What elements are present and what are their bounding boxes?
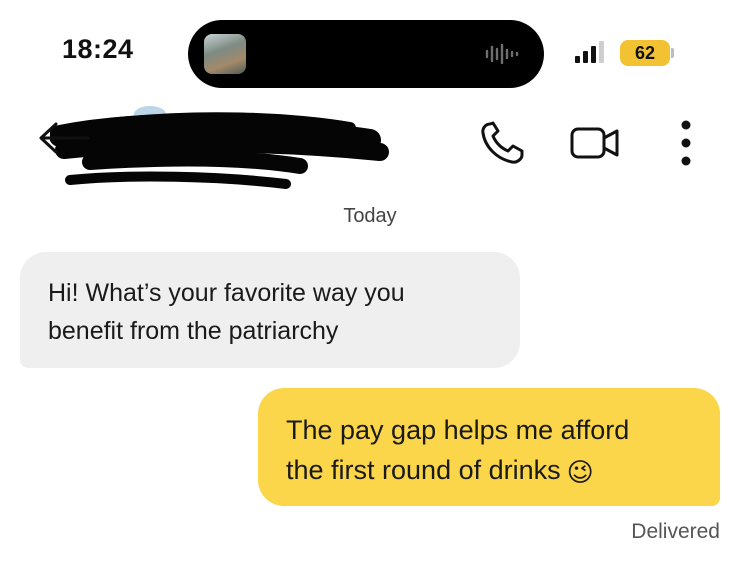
message-line: Hi! What’s your favorite way you (48, 279, 405, 307)
video-camera-icon[interactable] (570, 124, 620, 162)
delivery-receipt: Delivered (631, 520, 720, 543)
message-line: The pay gap helps me afford (286, 415, 630, 445)
media-thumbnail[interactable] (204, 34, 246, 74)
message-line-last: the first round of drinks 😉 (286, 450, 694, 493)
status-time: 18:24 (62, 34, 134, 64)
battery-icon: 62 (620, 40, 670, 66)
date-divider: Today (343, 205, 397, 227)
battery-nub (671, 48, 674, 58)
waveform-icon (485, 44, 519, 64)
wink-emoji-icon: 😉 (566, 458, 594, 488)
message-line: benefit from the patriarchy (48, 317, 339, 345)
redacted-contact-name (50, 106, 389, 189)
phone-icon[interactable] (478, 120, 526, 166)
more-vertical-icon[interactable] (676, 118, 696, 168)
signal-icon (575, 41, 604, 63)
dynamic-island[interactable] (188, 20, 544, 88)
back-arrow-icon[interactable] (36, 120, 90, 156)
incoming-message-bubble[interactable]: Hi! What’s your favorite way you benefit… (20, 252, 520, 368)
outgoing-message-bubble[interactable]: The pay gap helps me afford the first ro… (258, 388, 720, 506)
message-line: the first round of drinks (286, 455, 561, 485)
battery-percent: 62 (634, 43, 656, 63)
